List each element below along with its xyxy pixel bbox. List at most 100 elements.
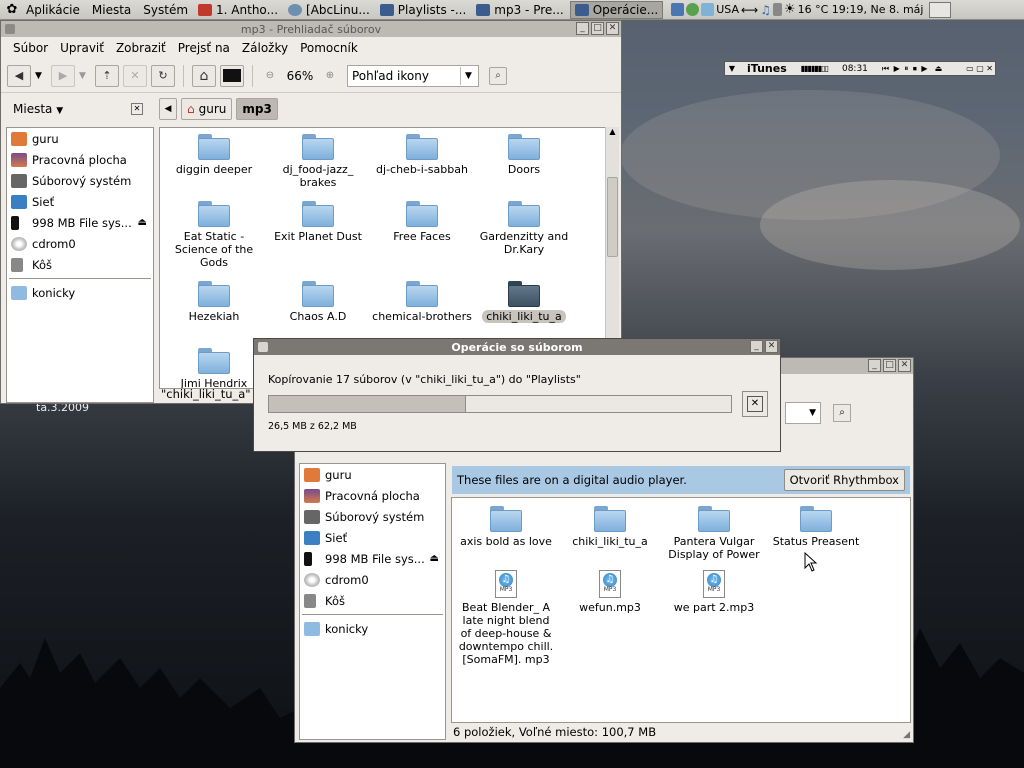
- forward-button[interactable]: ▶: [51, 64, 75, 87]
- folder-item[interactable]: dj-cheb-i-sabbah: [372, 134, 472, 176]
- place-trash[interactable]: Kôš: [7, 254, 153, 275]
- folder-item[interactable]: chiki_liki_tu_a: [560, 506, 660, 548]
- folder-item[interactable]: dj_food-jazz_ brakes: [268, 134, 368, 189]
- finder-icon[interactable]: [671, 3, 685, 16]
- place-audio-player[interactable]: 998 MB File sys... ⏏: [300, 548, 445, 569]
- taskbar-item-active[interactable]: Operácie...: [569, 0, 664, 19]
- place-network[interactable]: Sieť: [300, 527, 445, 548]
- file-item[interactable]: ♫ MP3 wefun.mp3: [560, 570, 660, 614]
- folder-item[interactable]: diggin deeper: [164, 134, 264, 176]
- taskbar-item[interactable]: [AbcLinu...: [284, 1, 374, 19]
- breadcrumb-guru[interactable]: ⌂ guru: [181, 98, 233, 120]
- place-cdrom[interactable]: cdrom0: [7, 233, 153, 254]
- show-desktop-icon[interactable]: [929, 1, 952, 18]
- eject-icon[interactable]: ⏏: [138, 217, 147, 228]
- file-item[interactable]: ♫ MP3 we part 2.mp3: [664, 570, 764, 614]
- folder-item[interactable]: Exit Planet Dust: [268, 201, 368, 243]
- maximize-button[interactable]: □: [883, 359, 896, 372]
- folder-item[interactable]: Chaos A.D: [268, 281, 368, 323]
- minimize-button[interactable]: _: [750, 340, 763, 353]
- itunes-menu-arrow[interactable]: ▼: [725, 64, 739, 73]
- folder-item[interactable]: Status Preasent: [766, 506, 866, 548]
- dialog-titlebar[interactable]: Operácie so súborom _ ✕: [254, 339, 780, 355]
- minimize-button[interactable]: _: [576, 22, 589, 35]
- eject-icon[interactable]: ⏏: [430, 553, 439, 564]
- place-filesystem[interactable]: Súborový systém: [7, 170, 153, 191]
- vertical-scrollbar[interactable]: ▲: [605, 127, 619, 349]
- folder-item[interactable]: chemical-brothers: [372, 281, 472, 323]
- taskbar-item[interactable]: Playlists -...: [376, 1, 471, 19]
- menu-system[interactable]: Systém: [137, 3, 194, 17]
- place-home[interactable]: guru: [7, 128, 153, 149]
- place-desktop[interactable]: Pracovná plocha: [7, 149, 153, 170]
- search-button[interactable]: ⌕: [833, 404, 851, 422]
- sidebar-header[interactable]: Miesta ▼: [7, 102, 127, 116]
- folder-item-selected[interactable]: chiki_liki_tu_a: [474, 281, 574, 323]
- network-icon[interactable]: [686, 3, 700, 16]
- folder-item[interactable]: Free Faces: [372, 201, 472, 243]
- itunes-window-controls[interactable]: ▭ ▢ ✕: [966, 64, 993, 73]
- maximize-button[interactable]: □: [591, 22, 604, 35]
- main-menu-icon[interactable]: ✿: [4, 2, 20, 18]
- battery-icon[interactable]: [772, 3, 782, 16]
- menu-view[interactable]: Zobraziť: [110, 41, 172, 55]
- itunes-controls[interactable]: ⏮ ▶ ⏸ ⏹ ▶: [882, 64, 929, 74]
- file-item[interactable]: ♫ MP3 Beat Blender_ A late night blend of …: [456, 570, 556, 666]
- music-icon[interactable]: ♫: [760, 3, 771, 17]
- window-titlebar[interactable]: mp3 - Prehliadač súborov _ □ ✕: [1, 21, 621, 37]
- home-button[interactable]: ⌂: [192, 64, 216, 87]
- place-trash[interactable]: Kôš: [300, 590, 445, 611]
- weather-clock[interactable]: 16 °C 19:19, Ne 8. máj: [798, 3, 924, 16]
- menu-help[interactable]: Pomocník: [294, 41, 364, 55]
- computer-button[interactable]: [220, 64, 244, 87]
- back-history-dropdown[interactable]: ▼: [35, 71, 47, 81]
- place-network[interactable]: Sieť: [7, 191, 153, 212]
- folder-item[interactable]: Gardenzitty and Dr.Kary: [474, 201, 574, 256]
- place-cdrom[interactable]: cdrom0: [300, 569, 445, 590]
- stop-button[interactable]: ✕: [123, 64, 147, 87]
- close-button[interactable]: ✕: [898, 359, 911, 372]
- breadcrumb-back[interactable]: ◀: [159, 98, 177, 120]
- zoom-out-icon[interactable]: ⊖: [261, 70, 279, 81]
- place-filesystem[interactable]: Súborový systém: [300, 506, 445, 527]
- back-button[interactable]: ◀: [7, 64, 31, 87]
- photo-icon[interactable]: [701, 3, 715, 16]
- folder-item[interactable]: Jimi Hendrix: [164, 348, 264, 388]
- bookmark-konicky[interactable]: konicky: [7, 282, 153, 303]
- folder-item[interactable]: Eat Static - Science of the Gods: [164, 201, 264, 269]
- place-home[interactable]: guru: [300, 464, 445, 485]
- arrows-icon[interactable]: ⟷: [741, 3, 758, 17]
- close-button[interactable]: ✕: [606, 22, 619, 35]
- folder-item[interactable]: Doors: [474, 134, 574, 176]
- scrollbar-thumb[interactable]: [607, 177, 618, 257]
- folder-item[interactable]: axis bold as love: [456, 506, 556, 548]
- folder-item[interactable]: Pantera Vulgar Display of Power: [664, 506, 764, 561]
- menu-go[interactable]: Prejsť na: [172, 41, 236, 55]
- taskbar-item[interactable]: 1. Antho...: [194, 1, 282, 19]
- place-audio-player[interactable]: 998 MB File sys... ⏏: [7, 212, 153, 233]
- close-button[interactable]: ✕: [765, 340, 778, 353]
- forward-history-dropdown[interactable]: ▼: [79, 71, 91, 81]
- view-mode-select[interactable]: ▼: [785, 402, 821, 424]
- open-rhythmbox-button[interactable]: Otvoriť Rhythmbox: [783, 469, 905, 491]
- bookmark-konicky[interactable]: konicky: [300, 618, 445, 639]
- cancel-operation-button[interactable]: ✕: [742, 391, 768, 417]
- minimize-button[interactable]: _: [868, 359, 881, 372]
- itunes-volume-bar[interactable]: ▮▮▮▮▮▮▯▯: [801, 64, 829, 73]
- keyboard-layout[interactable]: USA: [716, 3, 739, 16]
- menu-bookmarks[interactable]: Záložky: [236, 41, 294, 55]
- folder-item[interactable]: Hezekiah: [164, 281, 264, 323]
- search-button[interactable]: ⌕: [489, 66, 507, 85]
- view-mode-select[interactable]: Pohľad ikony ▼: [347, 64, 479, 87]
- menu-places[interactable]: Miesta: [86, 3, 137, 17]
- itunes-eject-icon[interactable]: ⏏: [935, 64, 943, 73]
- zoom-level[interactable]: 66%: [283, 69, 317, 83]
- place-desktop[interactable]: Pracovná plocha: [300, 485, 445, 506]
- menu-edit[interactable]: Upraviť: [54, 41, 110, 55]
- menu-file[interactable]: Súbor: [7, 41, 54, 55]
- breadcrumb-mp3[interactable]: mp3: [236, 98, 278, 120]
- close-sidebar-button[interactable]: ✕: [131, 103, 143, 115]
- up-button[interactable]: ⇡: [95, 64, 119, 87]
- zoom-in-icon[interactable]: ⊕: [321, 70, 339, 81]
- resize-grip-icon[interactable]: ◢: [903, 730, 910, 740]
